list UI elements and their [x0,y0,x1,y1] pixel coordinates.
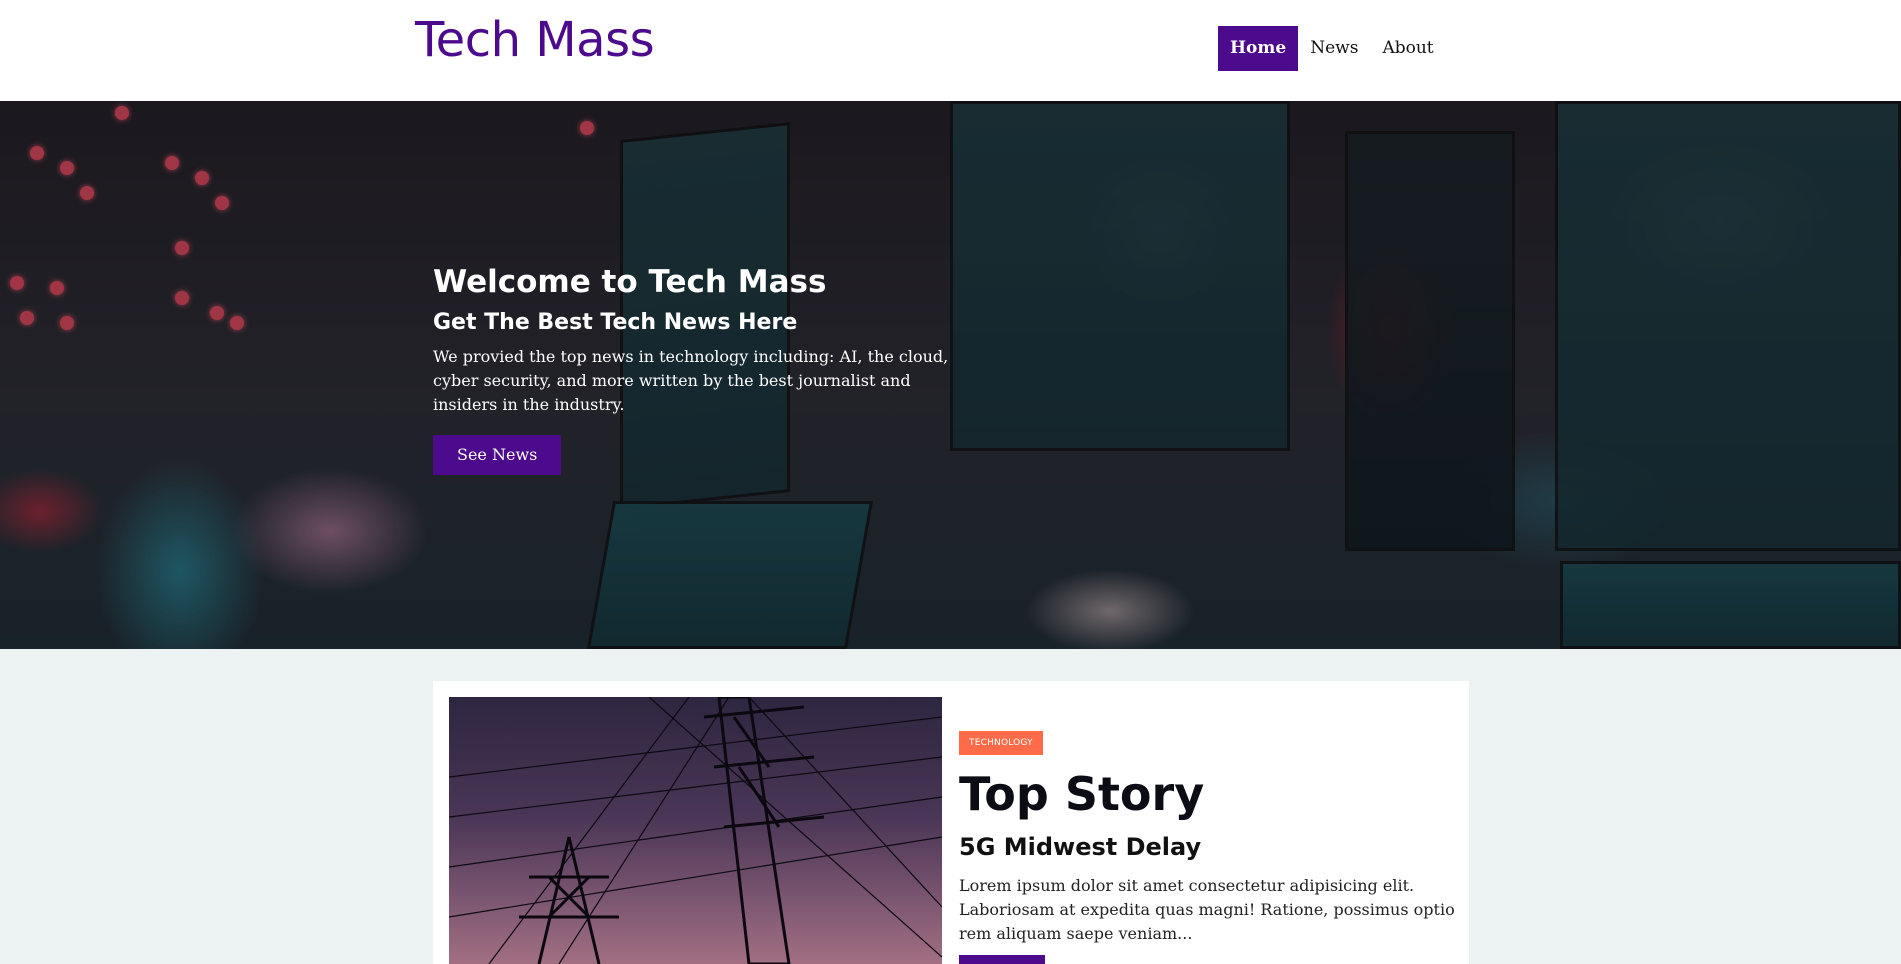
site-logo[interactable]: Tech Mass [415,12,655,68]
hero-title: Welcome to Tech Mass [433,264,827,300]
nav-about[interactable]: About [1370,26,1445,71]
main-nav: Home News About [1218,26,1446,71]
hero-section: Welcome to Tech Mass Get The Best Tech N… [0,101,1901,649]
story-title[interactable]: 5G Midwest Delay [959,833,1201,861]
story-section-heading: Top Story [959,767,1205,821]
power-tower-silhouette [449,697,942,964]
story-image-power-lines [449,697,942,964]
hero-description: We provied the top news in technology in… [433,347,949,414]
see-news-button[interactable]: See News [433,435,562,475]
read-more-button[interactable] [959,955,1045,964]
site-header: Tech Mass Home News About [0,0,1901,101]
top-story-card: TECHNOLOGY Top Story 5G Midwest Delay Lo… [433,681,1469,964]
hero-content: Welcome to Tech Mass Get The Best Tech N… [433,263,953,475]
category-tag[interactable]: TECHNOLOGY [959,731,1043,755]
nav-news[interactable]: News [1298,26,1370,71]
hero-subtitle: Get The Best Tech News Here [433,310,798,335]
nav-home[interactable]: Home [1218,26,1299,71]
story-excerpt: Lorem ipsum dolor sit amet consectetur a… [959,876,1455,943]
